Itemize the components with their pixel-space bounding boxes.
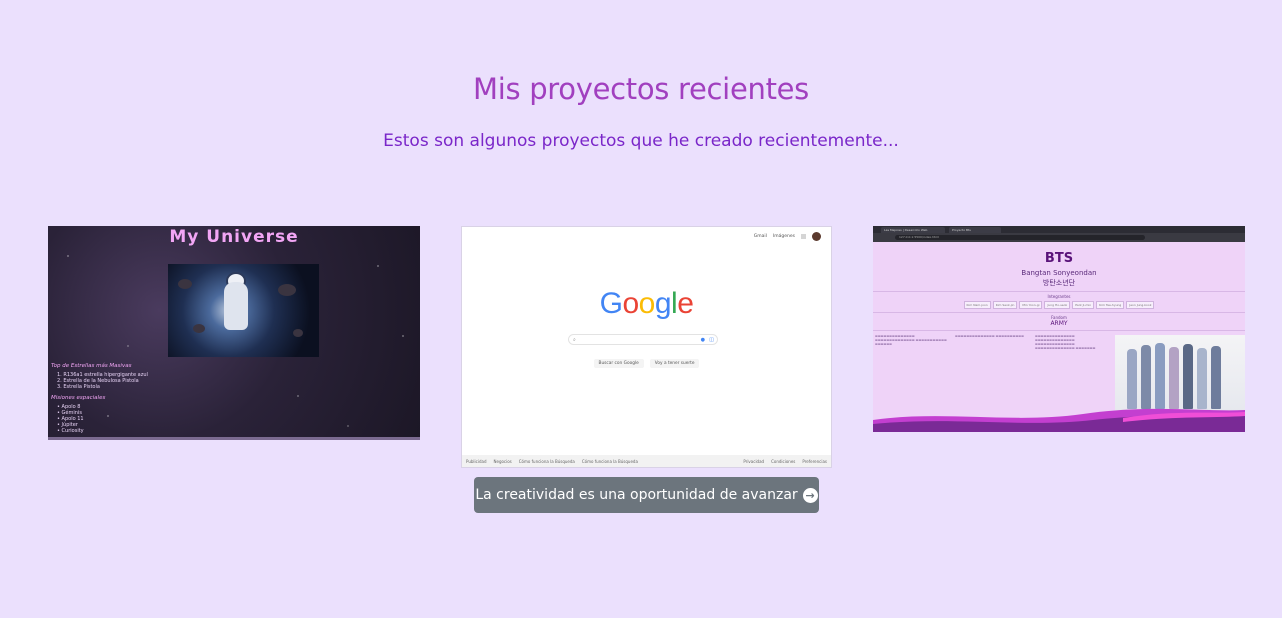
lucky-button[interactable]: Voy a tener suerte [649,359,700,368]
list-item: 3. Estrella Pistola [57,384,100,390]
text-column: ▬▬▬▬▬▬▬▬▬▬▬▬▬▬ ▬▬▬▬▬▬▬▬▬▬▬▬▬▬ ▬▬▬▬▬▬▬▬▬▬… [1035,334,1096,350]
page-subtitle: Estos son algunos proyectos que he cread… [383,131,899,151]
members-title: Integrantes [1047,294,1071,299]
page-title: Mis proyectos recientes [472,72,809,106]
member-chip: Min Yoon-gi [1019,301,1043,309]
bts-title: BTS [1044,251,1074,266]
footer-link[interactable]: Publicidad [466,459,486,464]
logo-letter: g [654,287,672,320]
logo-letter: e [677,287,694,320]
gmail-link[interactable]: Gmail [754,234,767,239]
camera-icon[interactable]: ◫ [709,337,714,343]
member-chip: Kim Tae-hyung [1096,301,1125,309]
project-card-google-clone[interactable]: Gmail Imágenes Google ⌕ ● ◫ Buscar con G… [461,226,832,468]
footer-link[interactable]: Cómo funciona la Búsqueda [582,459,638,464]
bts-korean-name: 방탄소년단 [1042,279,1076,287]
avatar[interactable] [812,232,821,241]
microphone-icon[interactable]: ● [701,337,705,343]
member-chip: Kim Seok-jin [992,301,1018,309]
apps-grid-icon[interactable] [801,234,806,239]
fandom-name: ARMY [1050,320,1068,327]
member-chip: Kim Nam-joon [963,301,991,309]
footer-link[interactable]: Condiciones [771,459,795,464]
search-icon: ⌕ [573,337,576,343]
arrow-right-circle-icon: → [802,487,818,503]
divider [873,330,1245,331]
project-card-bts[interactable]: Las Mejores | Desarrollo Web Proyecto Bt… [873,226,1245,432]
project-heading: My Universe [169,227,299,247]
cta-label: La creatividad es una oportunidad de ava… [475,487,798,503]
decorative-wave [873,408,1245,432]
member-chip: Park Ji-min [1072,301,1095,309]
text-column: ▬▬▬▬▬▬▬▬▬▬▬▬▬▬ ▬▬▬▬▬▬▬▬▬▬ [955,334,1024,338]
logo-letter: o [638,287,656,320]
address-field[interactable]: 127.0.0.1:5500/index.html [895,235,1145,240]
stars-list-title: Top de Estrellas más Masivas [51,363,132,369]
google-search-input[interactable]: ⌕ ● ◫ [568,334,718,345]
missions-title: Misiones espaciales [51,395,106,401]
creativity-button[interactable]: La creatividad es una oportunidad de ava… [474,477,819,513]
footer-link[interactable]: Preferencias [802,459,827,464]
logo-letter: o [622,287,639,320]
divider [873,291,1245,292]
logo-letter: G [599,287,623,320]
google-top-bar: Gmail Imágenes [754,232,821,241]
list-item: • Curiosity [57,428,84,434]
members-list: Kim Nam-joon Kim Seok-jin Min Yoon-gi Ju… [873,301,1245,309]
footer-link[interactable]: Cómo funciona la Búsqueda [519,459,575,464]
google-logo: Google [462,287,831,321]
member-chip: Jung Ho-seok [1044,301,1071,309]
stars-list: Top de Estrellas más Masivas 1. R136a1 e… [51,363,148,434]
text-column: ▬▬▬▬▬▬▬▬▬▬▬▬▬▬ ▬▬▬▬▬▬▬▬▬▬▬▬▬▬ ▬▬▬▬▬▬▬▬▬▬… [875,334,947,346]
footer-link[interactable]: Privacidad [743,459,764,464]
divider [873,312,1245,313]
bts-subtitle: Bangtan Sonyeondan [1021,269,1097,277]
member-chip: Jeon Jung-kook [1126,301,1155,309]
footer-link[interactable]: Negocios [493,459,511,464]
google-search-button[interactable]: Buscar con Google [593,359,644,368]
project-card-my-universe[interactable]: My Universe Top de Estrellas más Masivas… [48,226,420,440]
browser-tab-bar: Las Mejores | Desarrollo Web Proyecto Bt… [873,226,1245,233]
astronaut-image [168,264,319,357]
images-link[interactable]: Imágenes [773,234,795,239]
browser-address-bar: 127.0.0.1:5500/index.html [873,233,1245,242]
google-footer: Publicidad Negocios Cómo funciona la Bús… [462,455,831,467]
